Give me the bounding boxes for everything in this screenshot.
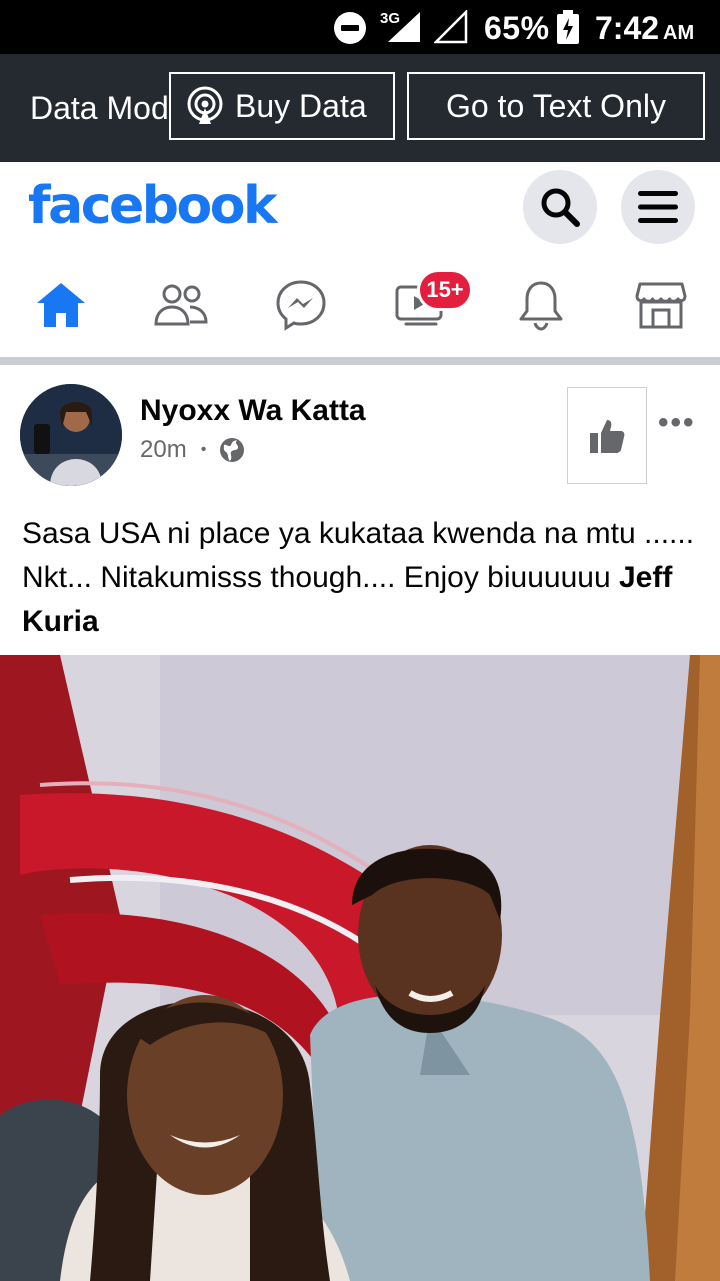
clock-time: 7:42 [595,10,660,46]
tab-marketplace[interactable] [626,272,696,338]
tab-messenger[interactable] [266,272,336,338]
like-page-button[interactable] [567,387,647,484]
tab-home[interactable] [26,272,96,338]
tab-friends[interactable] [146,272,216,338]
post-photo[interactable] [0,655,720,1281]
clock-ampm: AM [663,22,695,44]
post-meta: 20m • [140,436,246,464]
nav-divider [0,357,720,365]
photo-image [0,655,720,1281]
bell-icon [519,281,563,331]
messenger-icon [276,280,326,331]
tab-notifications[interactable] [506,272,576,338]
search-button[interactable] [523,170,597,244]
avatar[interactable] [20,384,122,486]
post-body: Sasa USA ni place ya kukataa kwenda na m… [22,517,695,594]
marketplace-icon [635,282,687,329]
dnd-icon [334,12,366,44]
post-time[interactable]: 20m [140,436,187,464]
post-author[interactable]: Nyoxx Wa Katta [140,394,366,428]
signal-empty-icon [434,10,468,44]
more-icon[interactable]: ••• [658,406,696,440]
status-bar: 3G 65% 7:42 AM [0,0,720,54]
menu-button[interactable] [621,170,695,244]
home-icon [37,283,85,327]
menu-icon [638,191,678,223]
friends-icon [154,284,208,326]
broadcast-icon [187,86,223,124]
battery-percent: 65% [484,10,550,46]
buy-data-label: Buy Data [235,87,367,124]
data-mode-bar: Data Mode Buy Data Go to Text Only [0,54,720,162]
clock: 7:42 AM [595,10,694,47]
facebook-logo[interactable]: facebook [28,176,278,236]
buy-data-button[interactable]: Buy Data [169,72,395,140]
text-only-label: Go to Text Only [446,87,666,124]
avatar-photo [20,384,122,486]
network-type: 3G [380,10,401,27]
watch-badge: 15+ [417,269,473,311]
thumbs-up-icon [590,419,625,453]
search-icon [541,188,580,227]
meta-separator: • [200,441,207,458]
post-text: Sasa USA ni place ya kukataa kwenda na m… [22,512,712,644]
globe-icon [220,438,245,462]
data-mode-label: Data Mode [30,90,187,126]
battery-icon [557,10,579,44]
text-only-button[interactable]: Go to Text Only [407,72,705,140]
